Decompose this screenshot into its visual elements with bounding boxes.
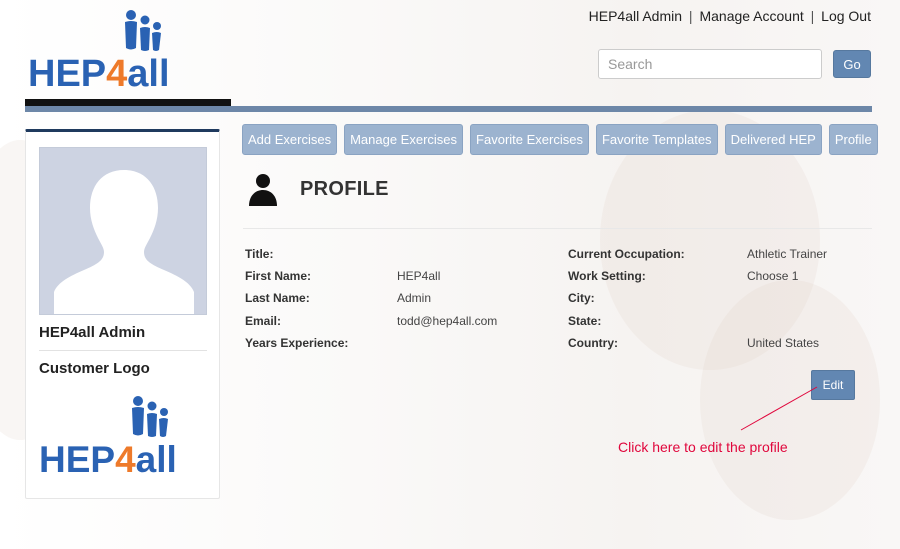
hep4all-logo[interactable]: HEP4all bbox=[28, 8, 198, 92]
tab-add-exercises[interactable]: Add Exercises bbox=[242, 124, 338, 155]
customer-logo-text: HEP4all bbox=[39, 439, 177, 478]
customer-logo-label: Customer Logo bbox=[39, 360, 150, 377]
title-divider bbox=[243, 228, 872, 229]
field-value-first-name: HEP4all bbox=[397, 269, 441, 283]
separator: | bbox=[688, 8, 693, 24]
logo-text: HEP4all bbox=[28, 53, 170, 92]
avatar bbox=[39, 147, 207, 315]
field-label-email: Email: bbox=[245, 314, 282, 328]
profile-sidebar: HEP4all Admin Customer Logo HEP4all bbox=[25, 129, 220, 499]
field-label-years-experience: Years Experience: bbox=[245, 336, 349, 350]
field-label-state: State: bbox=[568, 314, 602, 328]
field-value-work-setting: Choose 1 bbox=[747, 269, 799, 283]
field-value-country: United States bbox=[747, 336, 820, 350]
separator: | bbox=[810, 8, 815, 24]
field-value-email: todd@hep4all.com bbox=[397, 314, 498, 328]
tab-delivered-hep[interactable]: Delivered HEP bbox=[724, 124, 822, 155]
page-title: PROFILE bbox=[300, 178, 389, 200]
field-label-first-name: First Name: bbox=[245, 269, 312, 283]
field-label-city: City: bbox=[568, 291, 595, 305]
search-input[interactable] bbox=[598, 49, 822, 79]
field-label-last-name: Last Name: bbox=[245, 291, 310, 305]
customer-logo: HEP4all bbox=[39, 396, 177, 478]
search-go-button[interactable]: Go bbox=[833, 50, 871, 78]
user-link[interactable]: HEP4all Admin bbox=[589, 8, 682, 24]
field-label-current-occupation: Current Occupation: bbox=[568, 247, 685, 261]
background-watermark bbox=[700, 280, 880, 520]
account-links: HEP4all Admin | Manage Account | Log Out bbox=[589, 8, 871, 24]
field-label-work-setting: Work Setting: bbox=[568, 269, 646, 283]
field-label-country: Country: bbox=[568, 336, 618, 350]
page: HEP4all HEP4all Admin | Manage Account |… bbox=[0, 0, 900, 549]
nav-tabs: Add Exercises Manage Exercises Favorite … bbox=[242, 124, 878, 155]
field-label-title: Title: bbox=[245, 247, 274, 261]
tab-favorite-exercises[interactable]: Favorite Exercises bbox=[470, 124, 589, 155]
sidebar-divider bbox=[39, 350, 207, 351]
default-avatar-silhouette-icon bbox=[54, 170, 194, 314]
tab-favorite-templates[interactable]: Favorite Templates bbox=[595, 124, 718, 155]
tab-manage-exercises[interactable]: Manage Exercises bbox=[344, 124, 464, 155]
manage-account-link[interactable]: Manage Account bbox=[699, 8, 803, 24]
callout-text: Click here to edit the profile bbox=[618, 439, 788, 455]
logout-link[interactable]: Log Out bbox=[821, 8, 871, 24]
tab-profile[interactable]: Profile bbox=[828, 124, 878, 155]
sidebar-user-name: HEP4all Admin bbox=[39, 324, 146, 341]
logo-underline-bar bbox=[25, 99, 231, 106]
user-icon bbox=[249, 174, 277, 206]
edit-profile-button[interactable]: Edit bbox=[811, 370, 855, 400]
field-value-current-occupation: Athletic Trainer bbox=[747, 247, 828, 261]
field-value-last-name: Admin bbox=[397, 291, 432, 305]
header-divider bbox=[25, 106, 872, 112]
